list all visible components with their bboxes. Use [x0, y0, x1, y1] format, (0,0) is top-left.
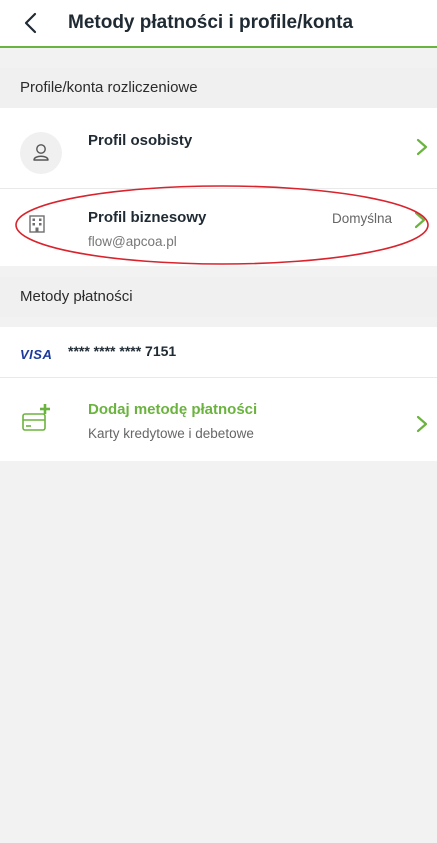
avatar	[20, 132, 62, 174]
building-icon	[29, 215, 45, 233]
add-payment-method-row[interactable]: Dodaj metodę płatności Karty kredytowe i…	[0, 378, 437, 461]
profile-business-row[interactable]: Profil biznesowy flow@apcoa.pl Domyślna	[0, 189, 437, 266]
back-arrow-icon[interactable]	[20, 11, 44, 35]
profile-personal-label: Profil osobisty	[88, 132, 193, 149]
payments-section-header: Metody płatności	[0, 277, 437, 317]
card-number: **** **** **** 7151	[68, 343, 177, 359]
chevron-right-icon	[416, 138, 428, 156]
card-row[interactable]: VISA **** **** **** 7151	[0, 327, 437, 377]
profile-business-email: flow@apcoa.pl	[88, 234, 177, 249]
profile-personal-row[interactable]: Profil osobisty	[0, 108, 437, 188]
credit-card-add-icon	[22, 404, 50, 431]
page-title: Metody płatności i profile/konta	[68, 12, 354, 33]
app-header: Metody płatności i profile/konta	[0, 0, 437, 48]
add-payment-method-label: Dodaj metodę płatności	[88, 401, 258, 418]
visa-logo-icon: VISA	[20, 347, 53, 362]
profiles-section-header: Profile/konta rozliczeniowe	[0, 68, 437, 108]
default-badge: Domyślna	[332, 211, 393, 226]
chevron-right-icon	[416, 415, 428, 433]
add-payment-method-subtitle: Karty kredytowe i debetowe	[88, 426, 254, 441]
profile-business-label: Profil biznesowy	[88, 209, 207, 226]
person-icon	[33, 144, 49, 161]
chevron-right-icon	[414, 211, 426, 229]
